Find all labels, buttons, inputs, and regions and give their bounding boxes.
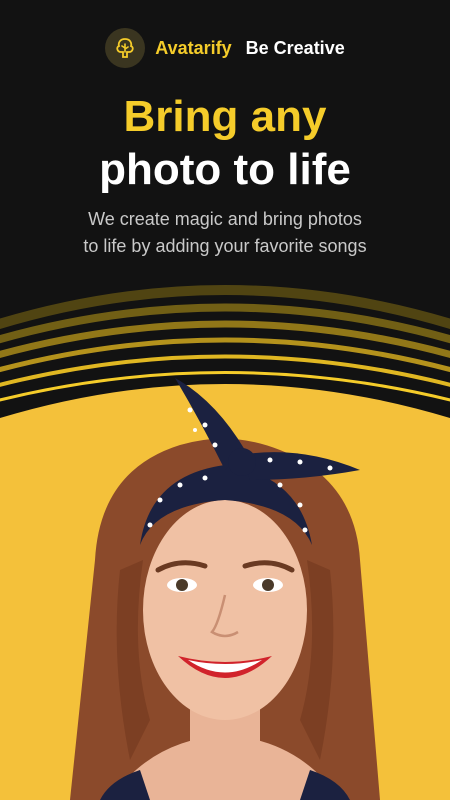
tree-icon xyxy=(105,28,146,68)
headline-line-1: Bring any xyxy=(123,92,327,141)
brand-name: Avatarify xyxy=(155,37,232,58)
brand-tagline: Be Creative xyxy=(245,37,345,58)
subtitle-line-1: We create magic and bring photos xyxy=(88,209,362,229)
subtitle-line-2: to life by adding your favorite songs xyxy=(83,236,367,256)
header: Avatarify Be Creative xyxy=(0,28,450,68)
subtitle: We create magic and bring photos to life… xyxy=(40,206,410,260)
headline-line-2: photo to life xyxy=(99,145,351,194)
